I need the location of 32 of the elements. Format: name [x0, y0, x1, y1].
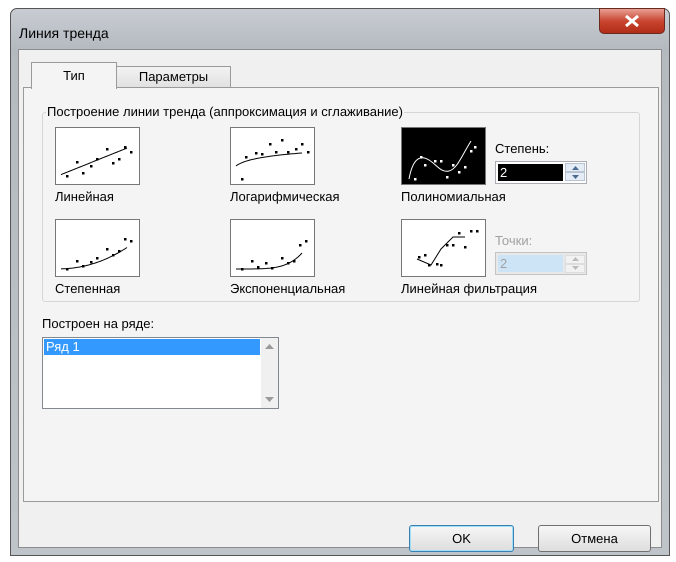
trend-type-label: Линейная фильтрация [401, 280, 537, 298]
option-label: Точки: [495, 232, 534, 250]
trend-type-label: Полиномиальная [401, 188, 506, 206]
tab[interactable]: Тип [31, 62, 117, 89]
trend-thumbnail[interactable] [401, 127, 486, 185]
spin-down-button[interactable] [565, 172, 585, 181]
spin-value: 2 [498, 164, 563, 180]
dialog-button[interactable]: OK [409, 525, 514, 552]
tab[interactable]: Параметры [117, 66, 231, 88]
trend-thumbnail[interactable] [55, 127, 140, 185]
up-arrow-icon [570, 256, 580, 262]
trend-type-label: Экспоненциальная [230, 280, 346, 298]
trend-thumbnail[interactable] [55, 218, 140, 276]
up-arrow-icon [570, 164, 580, 170]
option-label: Степень: [495, 140, 550, 158]
series-label: Построен на ряде: [42, 315, 156, 333]
trend-type-label: Линейная [55, 188, 114, 206]
group-legend: Построение линии тренда (аппроксимация и сглаживание) [46, 104, 404, 120]
spin-field[interactable]: 2 [495, 160, 587, 184]
trend-thumbnail[interactable] [230, 218, 315, 276]
trend-thumbnail[interactable] [401, 218, 486, 276]
dialog-button[interactable]: Отмена [538, 525, 651, 552]
down-arrow-icon [570, 174, 580, 180]
trend-type-label: Степенная [55, 280, 120, 298]
close-icon [624, 15, 640, 27]
spin-up-button[interactable] [565, 163, 585, 172]
down-arrow-icon [570, 265, 580, 271]
window-title: Линия тренда [19, 24, 109, 43]
close-button[interactable] [599, 8, 665, 34]
spin-value: 2 [498, 255, 563, 272]
trend-type-label: Логарифмическая [230, 188, 340, 206]
trend-thumbnail[interactable] [230, 127, 315, 185]
